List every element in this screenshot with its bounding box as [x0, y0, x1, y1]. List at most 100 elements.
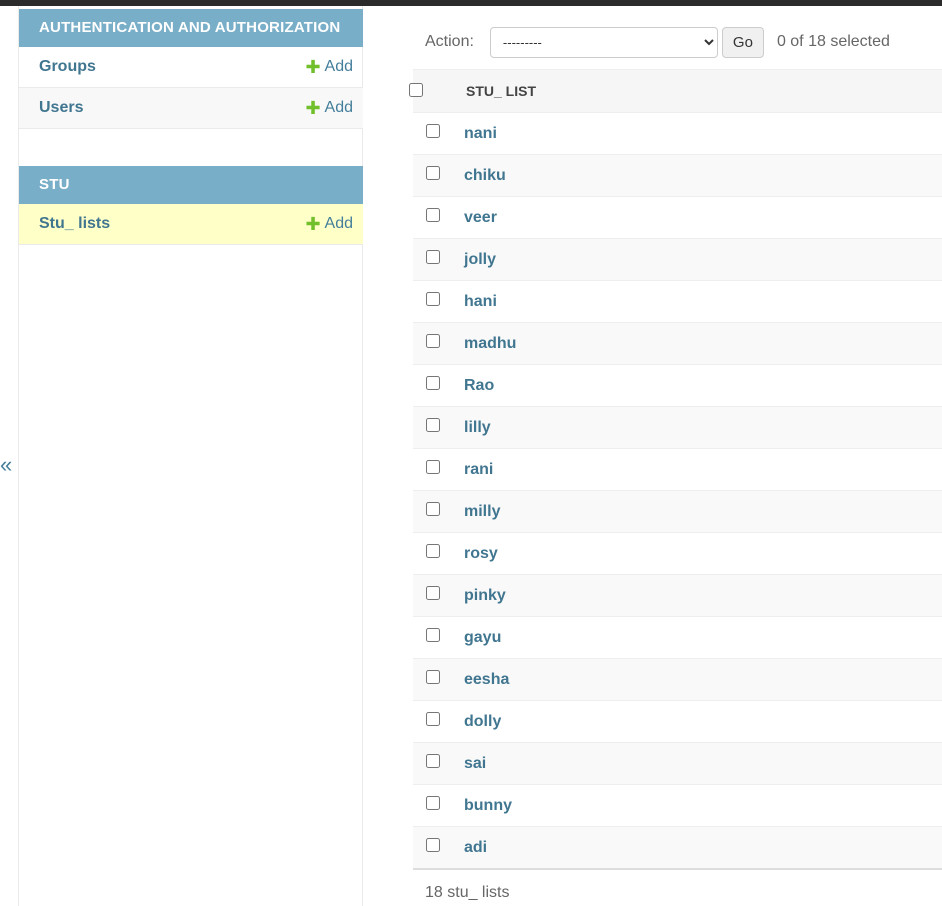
row-name-cell: Rao: [461, 364, 942, 407]
add-label: Add: [324, 99, 353, 116]
sidebar-item-groups[interactable]: Groups ✚ Add: [19, 47, 363, 88]
go-button[interactable]: Go: [721, 26, 764, 58]
row-name-cell: adi: [461, 826, 942, 870]
collapse-sidebar-toggle[interactable]: «: [0, 452, 12, 478]
row-checkbox[interactable]: [426, 754, 440, 768]
table-row: gayu: [413, 616, 942, 659]
row-checkbox[interactable]: [426, 208, 440, 222]
action-select[interactable]: ---------: [489, 26, 718, 58]
row-name-link[interactable]: milly: [461, 503, 500, 520]
table-row: nani: [413, 112, 942, 155]
table-row: jolly: [413, 238, 942, 281]
row-checkbox-cell: [413, 154, 461, 197]
module-header-stu[interactable]: STU: [19, 166, 363, 204]
table-row: chiku: [413, 154, 942, 197]
row-checkbox[interactable]: [426, 376, 440, 390]
sidebar-item-users[interactable]: Users ✚ Add: [19, 88, 363, 129]
row-name-cell: bunny: [461, 784, 942, 827]
row-checkbox-cell: [413, 616, 461, 659]
row-checkbox[interactable]: [426, 796, 440, 810]
row-checkbox[interactable]: [426, 838, 440, 852]
sidebar-item-stu-lists[interactable]: Stu_ lists ✚ Add: [19, 204, 363, 245]
model-link-stu-lists[interactable]: Stu_ lists: [39, 215, 110, 233]
row-checkbox-cell: [413, 658, 461, 701]
table-row: Rao: [413, 364, 942, 407]
row-name-link[interactable]: bunny: [461, 797, 512, 814]
row-checkbox-cell: [413, 700, 461, 743]
row-name-link[interactable]: nani: [461, 125, 497, 142]
row-checkbox[interactable]: [426, 124, 440, 138]
add-label: Add: [324, 58, 353, 75]
row-checkbox[interactable]: [426, 334, 440, 348]
table-row: veer: [413, 196, 942, 239]
row-name-link[interactable]: chiku: [461, 167, 506, 184]
row-name-link[interactable]: dolly: [461, 713, 501, 730]
table-row: bunny: [413, 784, 942, 827]
row-checkbox[interactable]: [426, 544, 440, 558]
row-name-link[interactable]: hani: [461, 293, 497, 310]
row-name-link[interactable]: rosy: [461, 545, 498, 562]
row-name-cell: rosy: [461, 532, 942, 575]
row-name-link[interactable]: eesha: [461, 671, 509, 688]
row-name-link[interactable]: Rao: [461, 377, 494, 394]
row-name-cell: hani: [461, 280, 942, 323]
row-name-link[interactable]: veer: [461, 209, 497, 226]
row-name-link[interactable]: madhu: [461, 335, 516, 352]
row-checkbox-cell: [413, 490, 461, 533]
row-checkbox-cell: [413, 322, 461, 365]
row-checkbox-cell: [413, 826, 461, 870]
row-checkbox-cell: [413, 238, 461, 281]
row-name-link[interactable]: rani: [461, 461, 493, 478]
row-checkbox[interactable]: [426, 670, 440, 684]
row-name-link[interactable]: gayu: [461, 629, 501, 646]
row-name-cell: veer: [461, 196, 942, 239]
paginator: 18 stu_ lists: [425, 884, 510, 901]
table-row: madhu: [413, 322, 942, 365]
model-link-groups[interactable]: Groups: [39, 58, 96, 76]
row-checkbox[interactable]: [426, 166, 440, 180]
row-name-cell: jolly: [461, 238, 942, 281]
row-name-link[interactable]: pinky: [461, 587, 506, 604]
model-link-users[interactable]: Users: [39, 99, 83, 117]
row-name-link[interactable]: lilly: [461, 419, 491, 436]
column-header-stu-list[interactable]: STU_ LIST: [461, 69, 942, 113]
table-row: eesha: [413, 658, 942, 701]
row-name-cell: madhu: [461, 322, 942, 365]
row-name-cell: pinky: [461, 574, 942, 617]
row-name-cell: dolly: [461, 700, 942, 743]
row-checkbox[interactable]: [426, 250, 440, 264]
nav-sidebar: AUTHENTICATION AND AUTHORIZATION Groups …: [18, 6, 363, 906]
add-stu-lists-link[interactable]: ✚ Add: [305, 204, 353, 244]
table-row: lilly: [413, 406, 942, 449]
table-row: pinky: [413, 574, 942, 617]
row-checkbox[interactable]: [426, 502, 440, 516]
table-row: dolly: [413, 700, 942, 743]
row-checkbox[interactable]: [426, 712, 440, 726]
add-label: Add: [324, 215, 353, 232]
row-checkbox-cell: [413, 196, 461, 239]
row-name-link[interactable]: adi: [461, 839, 487, 856]
row-checkbox-cell: [413, 364, 461, 407]
table-row: rani: [413, 448, 942, 491]
add-users-link[interactable]: ✚ Add: [305, 88, 353, 128]
row-checkbox[interactable]: [426, 628, 440, 642]
module-header-auth[interactable]: AUTHENTICATION AND AUTHORIZATION: [19, 9, 363, 47]
row-checkbox[interactable]: [426, 292, 440, 306]
row-name-cell: milly: [461, 490, 942, 533]
table-row: hani: [413, 280, 942, 323]
row-checkbox-cell: [413, 112, 461, 155]
changelist-main: Action: --------- Go 0 of 18 selected ST…: [409, 6, 942, 906]
add-groups-link[interactable]: ✚ Add: [305, 47, 353, 87]
row-checkbox[interactable]: [426, 460, 440, 474]
table-row: milly: [413, 490, 942, 533]
row-name-cell: sai: [461, 742, 942, 785]
row-name-link[interactable]: sai: [461, 755, 486, 772]
row-checkbox[interactable]: [426, 586, 440, 600]
plus-icon: ✚: [305, 214, 321, 234]
row-checkbox-cell: [413, 532, 461, 575]
row-checkbox[interactable]: [426, 418, 440, 432]
row-name-cell: eesha: [461, 658, 942, 701]
select-all-checkbox[interactable]: [409, 82, 423, 97]
results-body: nani chiku veer jolly hani madhu Rao lilly rani m…: [413, 112, 942, 870]
row-name-link[interactable]: jolly: [461, 251, 496, 268]
